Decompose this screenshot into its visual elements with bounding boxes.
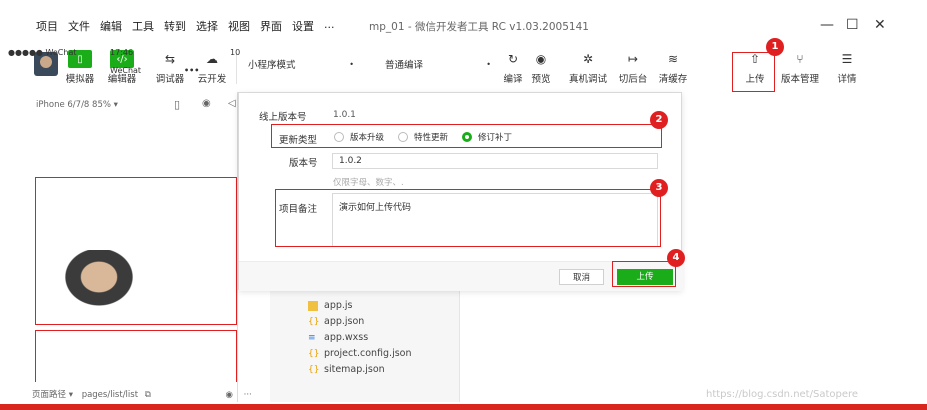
menu-bar: 项目 文件 编辑 工具 转到 选择 视图 界面 设置 ...: [36, 18, 335, 34]
menu-icon: ☰: [841, 52, 853, 66]
menu-goto[interactable]: 转到: [164, 18, 186, 34]
debugger-button[interactable]: ⇆ 调试器: [152, 50, 188, 85]
step-badge-2: 2: [650, 111, 668, 129]
compile-button[interactable]: ↻ 编译: [500, 50, 526, 85]
menu-project[interactable]: 项目: [36, 18, 58, 34]
list-item[interactable]: [35, 330, 237, 382]
watermark: https://blog.csdn.net/Satopere: [706, 389, 859, 400]
bug-icon: ✲: [582, 52, 594, 66]
menu-more[interactable]: ...: [324, 18, 335, 34]
menu-settings[interactable]: 设置: [292, 18, 314, 34]
menu-tools[interactable]: 工具: [132, 18, 154, 34]
photo-image: [60, 250, 138, 310]
cloud-button[interactable]: ☁ 云开发: [194, 50, 230, 85]
window-title: mp_01 - 微信开发者工具 RC v1.03.2005141: [369, 21, 589, 33]
menu-select[interactable]: 选择: [196, 18, 218, 34]
cloud-icon: ☁: [206, 52, 218, 66]
version-label: 版本号: [289, 158, 318, 169]
layers-icon: ≋: [667, 52, 679, 66]
online-version-value: 1.0.1: [333, 110, 356, 120]
highlight-remark: [275, 189, 661, 247]
branch-icon: ⑂: [796, 52, 804, 66]
preview-button[interactable]: ◉ 预览: [528, 50, 554, 85]
minimize-button[interactable]: —: [820, 17, 834, 33]
js-file-icon: [308, 301, 318, 311]
phone-icon[interactable]: ▯: [174, 98, 180, 111]
menu-file[interactable]: 文件: [68, 18, 90, 34]
title-bar: 项目 文件 编辑 工具 转到 选择 视图 界面 设置 ... mp_01 - 微…: [24, 16, 890, 36]
maximize-button[interactable]: ☐: [846, 17, 859, 33]
bottom-red-bar: [0, 404, 927, 410]
highlight-update-type: [271, 124, 662, 148]
toolbar-divider: [236, 54, 237, 84]
version-management-button[interactable]: ⑂ 版本管理: [780, 50, 820, 85]
step-badge-1: 1: [766, 38, 784, 56]
version-hint: 仅限字母、数字、.: [333, 178, 404, 188]
copy-icon[interactable]: ⧉: [145, 390, 151, 400]
more-icon[interactable]: ···: [244, 390, 252, 400]
menu-view[interactable]: 视图: [228, 18, 250, 34]
file-item-app-wxss[interactable]: ≡ app.wxss: [308, 330, 412, 346]
mode-select[interactable]: 小程序模式 •: [242, 56, 360, 72]
file-item-app-js[interactable]: app.js: [308, 298, 412, 314]
background-button[interactable]: ↦ 切后台: [616, 50, 650, 85]
file-item-sitemap[interactable]: {} sitemap.json: [308, 362, 412, 378]
file-item-project-config[interactable]: {} project.config.json: [308, 346, 412, 362]
real-debug-button[interactable]: ✲ 真机调试: [566, 50, 610, 85]
file-item-app-json[interactable]: {} app.json: [308, 314, 412, 330]
step-badge-4: 4: [667, 249, 685, 267]
details-button[interactable]: ☰ 详情: [832, 50, 862, 85]
highlight-upload: [732, 52, 775, 92]
chevron-down-icon: •: [349, 59, 354, 69]
json-file-icon: {}: [308, 349, 320, 359]
cancel-button[interactable]: 取消: [559, 269, 604, 285]
chevron-down-icon: •: [486, 59, 491, 69]
json-file-icon: {}: [308, 317, 320, 327]
device-select[interactable]: iPhone 6/7/8 85% ▾: [36, 100, 118, 110]
compile-select[interactable]: 普通编译 •: [379, 56, 497, 72]
volume-icon[interactable]: ◁: [228, 98, 236, 109]
online-version-label: 线上版本号: [259, 112, 307, 123]
version-input[interactable]: 1.0.2: [332, 153, 658, 169]
capsule-menu[interactable]: •••: [184, 66, 199, 75]
eye-icon[interactable]: ◉: [226, 390, 233, 400]
json-file-icon: {}: [308, 365, 320, 375]
wxss-file-icon: ≡: [308, 333, 316, 343]
switch-icon: ↦: [627, 52, 639, 66]
file-list: app.js {} app.json ≡ app.wxss {} project…: [308, 298, 412, 378]
record-icon[interactable]: ◉: [202, 98, 211, 109]
close-button[interactable]: ✕: [874, 17, 886, 33]
debug-icon: ⇆: [164, 52, 176, 66]
eye-icon: ◉: [535, 52, 547, 66]
page-path-bar: 页面路径 ▾ pages/list/list ⧉ ◉ ···: [32, 390, 252, 400]
page-title: WeChat: [110, 66, 142, 75]
menu-interface[interactable]: 界面: [260, 18, 282, 34]
menu-edit[interactable]: 编辑: [100, 18, 122, 34]
refresh-icon: ↻: [507, 52, 519, 66]
clear-cache-button[interactable]: ≋ 清缓存: [656, 50, 690, 85]
highlight-upload-confirm: [612, 261, 676, 287]
step-badge-3: 3: [650, 179, 668, 197]
